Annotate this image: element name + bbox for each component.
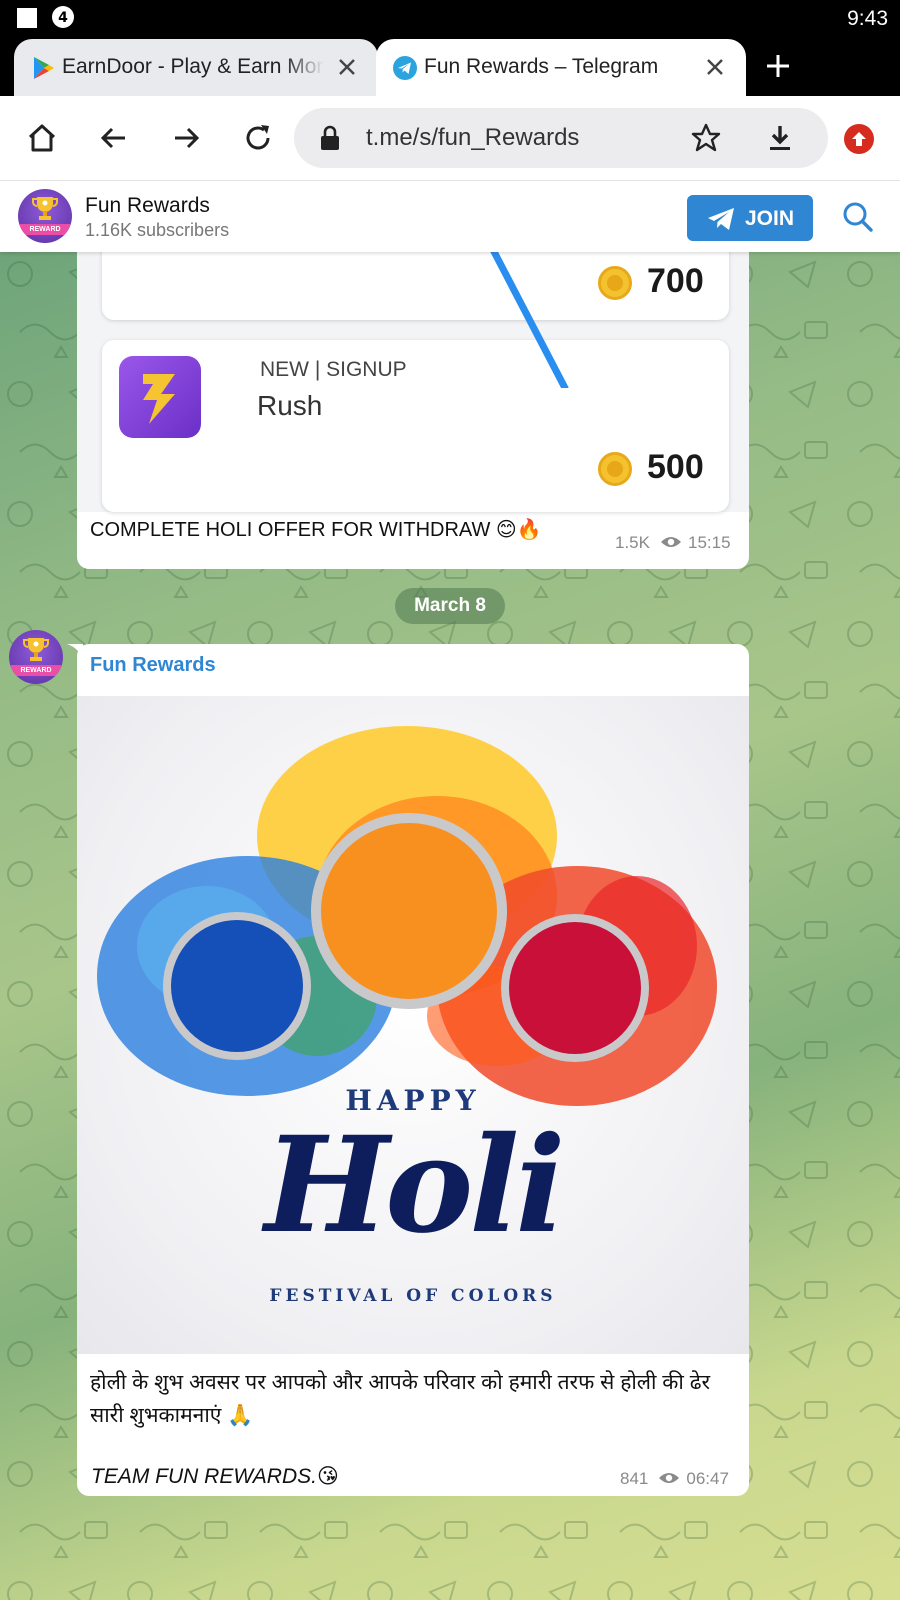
- notification-app-icon: 4: [52, 6, 74, 28]
- coin-icon: [598, 452, 632, 486]
- holi-greeting-image[interactable]: HAPPY Holi FESTIVAL OF COLORS: [77, 696, 749, 1354]
- offer-badge: NEW | SIGNUP: [260, 358, 407, 381]
- back-arrow-icon[interactable]: [94, 118, 134, 158]
- tab-earndoor[interactable]: EarnDoor - Play & Earn Money: [14, 39, 378, 96]
- message-meta: 841 06:47: [620, 1469, 729, 1489]
- search-icon[interactable]: [840, 199, 876, 235]
- message-author[interactable]: Fun Rewards: [90, 654, 216, 677]
- channel-name[interactable]: Fun Rewards: [85, 194, 210, 218]
- new-tab-plus-icon[interactable]: [762, 50, 794, 82]
- join-button[interactable]: JOIN: [687, 195, 813, 241]
- telegram-plane-icon: [708, 208, 734, 230]
- trophy-icon: [23, 638, 49, 661]
- offer-amount: 700: [647, 262, 704, 300]
- message-signature: TEAM FUN REWARDS.😘: [91, 1465, 339, 1488]
- tab-title: Fun Rewards – Telegram: [424, 55, 659, 78]
- message-time: 15:15: [687, 533, 731, 552]
- forward-arrow-icon[interactable]: [166, 118, 206, 158]
- eye-icon: [659, 1473, 680, 1483]
- tab-fun-rewards[interactable]: Fun Rewards – Telegram: [376, 39, 746, 96]
- eye-icon: [660, 537, 681, 547]
- message-text: होली के शुभ अवसर पर आपको और आपके परिवार …: [90, 1371, 711, 1427]
- subscriber-count: 1.16K subscribers: [85, 220, 230, 240]
- view-count: 841: [620, 1469, 649, 1488]
- svg-text:4: 4: [58, 10, 68, 26]
- author-avatar[interactable]: REWARD: [9, 630, 63, 684]
- message-bubble: Fun Rewards HAPPY Holi FESTIVAL OF COLOR…: [67, 644, 749, 1496]
- offer-amount: 500: [647, 448, 704, 486]
- annotation-stroke: [490, 252, 569, 388]
- holi-text: Holi: [264, 1108, 565, 1263]
- channel-header: REWARD Fun Rewards 1.16K subscribers JOI…: [0, 180, 900, 252]
- join-label: JOIN: [745, 207, 795, 230]
- offer-card: NEW | SIGNUP Rush 500: [102, 340, 729, 512]
- message-bubble: 700 NEW | SIGNUP Rush 500 COMPLETE HOLI …: [77, 252, 749, 569]
- tab-title: EarnDoor - Play & Earn Money: [62, 55, 324, 78]
- avatar-ribbon: REWARD: [11, 665, 61, 676]
- festival-subtitle: FESTIVAL OF COLORS: [269, 1286, 557, 1306]
- date-separator: March 8: [395, 588, 505, 624]
- tab-strip: EarnDoor - Play & Earn Money Fun Rewards…: [0, 36, 900, 96]
- bubble-tail: [67, 644, 83, 660]
- status-time: 9:43: [847, 7, 888, 30]
- offer-name: Rush: [257, 390, 323, 421]
- coin-icon: [598, 266, 632, 300]
- close-icon[interactable]: [702, 54, 728, 80]
- status-bar: 4 9:43: [0, 0, 900, 36]
- trophy-icon: [32, 197, 58, 220]
- message-caption: COMPLETE HOLI OFFER FOR WITHDRAW 😊🔥: [90, 519, 542, 541]
- browser-toolbar: t.me/s/fun_Rewards: [0, 96, 900, 180]
- message-meta: 1.5K 15:15: [615, 533, 731, 553]
- address-bar[interactable]: t.me/s/fun_Rewards: [294, 108, 828, 168]
- lock-icon: [321, 125, 339, 150]
- message-time: 06:47: [686, 1469, 729, 1488]
- url-text: t.me/s/fun_Rewards: [366, 124, 580, 151]
- offer-card: 700: [102, 252, 729, 320]
- reload-icon[interactable]: [238, 118, 278, 158]
- close-icon[interactable]: [334, 54, 360, 80]
- bookmark-star-icon[interactable]: [690, 122, 722, 154]
- telegram-icon: [393, 56, 417, 80]
- home-icon[interactable]: [22, 118, 62, 158]
- offer-screenshot[interactable]: 700 NEW | SIGNUP Rush 500: [77, 252, 749, 512]
- channel-avatar[interactable]: REWARD: [18, 189, 72, 243]
- view-count: 1.5K: [615, 533, 650, 552]
- download-icon[interactable]: [764, 122, 796, 154]
- chat-feed[interactable]: 700 NEW | SIGNUP Rush 500 COMPLETE HOLI …: [0, 252, 900, 1600]
- update-arrow-icon[interactable]: [844, 124, 874, 154]
- google-play-icon: [34, 57, 54, 79]
- rush-app-icon: [119, 356, 201, 438]
- notification-square-icon: [17, 8, 37, 28]
- avatar-ribbon: REWARD: [20, 224, 70, 235]
